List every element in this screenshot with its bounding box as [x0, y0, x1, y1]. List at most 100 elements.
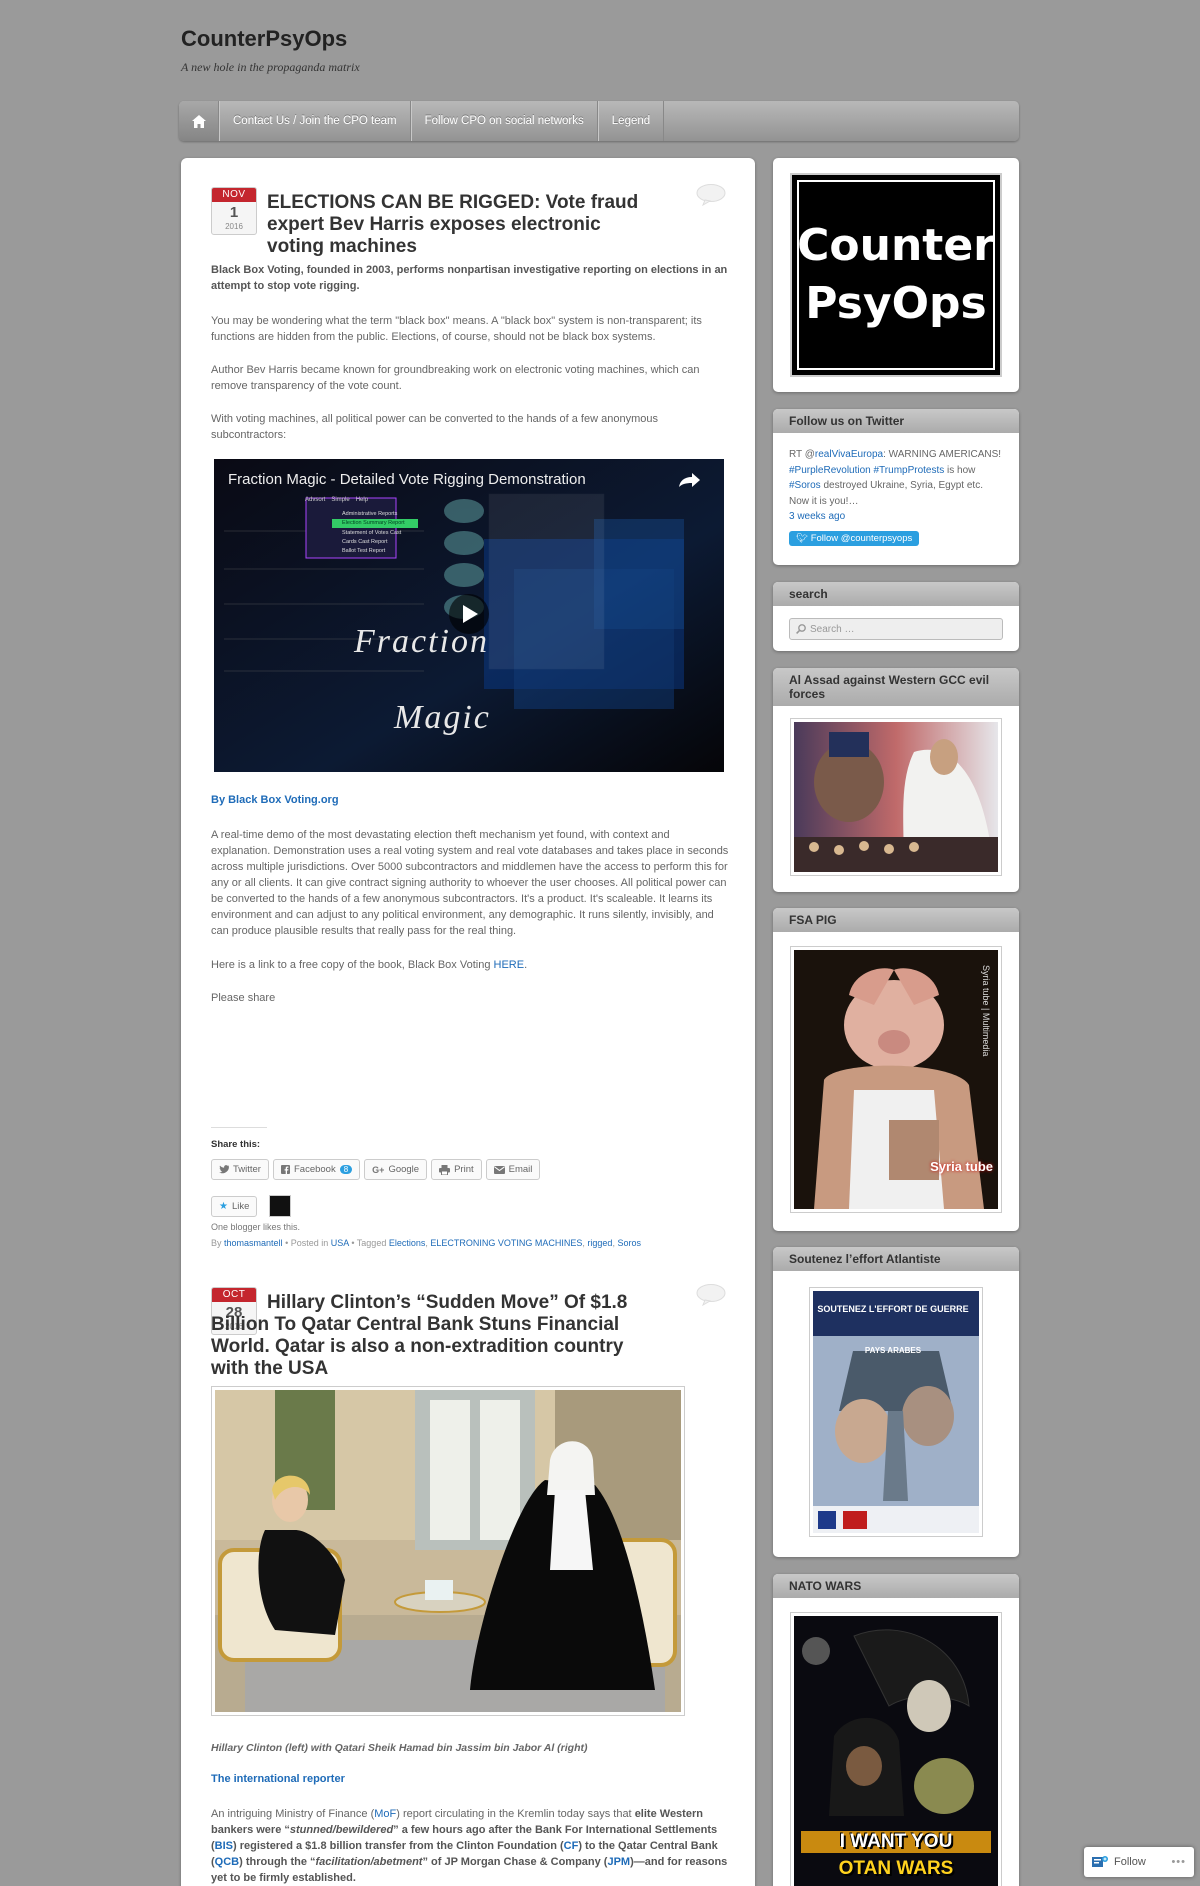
- like-button[interactable]: ★ Like: [211, 1195, 258, 1217]
- site-title[interactable]: CounterPsyOps: [181, 26, 347, 52]
- post-date-badge: NOV 1 2016: [211, 187, 257, 235]
- assad-image[interactable]: [790, 718, 1002, 876]
- post-meta: By thomasmantell • Posted in USA • Tagge…: [211, 1238, 641, 1248]
- video-menu-item: Simple: [331, 497, 350, 503]
- tag-link[interactable]: ELECTRONING VOTING MACHINES: [430, 1238, 582, 1248]
- post-paragraph: You may be wondering what the term "blac…: [211, 315, 702, 343]
- share-email-button[interactable]: Email: [485, 1159, 541, 1180]
- author-link[interactable]: thomasmantell: [224, 1238, 283, 1248]
- follow-float-button[interactable]: Follow •••: [1084, 1847, 1194, 1877]
- atlantiste-poster[interactable]: SOUTENEZ L'EFFORT DE GUERRE PAYS ARABES: [809, 1287, 983, 1537]
- meta-text: • Tagged: [351, 1238, 387, 1248]
- hashtag-link[interactable]: #PurpleRevolution: [789, 465, 871, 476]
- home-icon[interactable]: [179, 101, 219, 141]
- nav-item-follow[interactable]: Follow CPO on social networks: [410, 101, 598, 141]
- category-link[interactable]: USA: [331, 1238, 349, 1248]
- post-byline[interactable]: The international reporter: [211, 1773, 345, 1785]
- paragraph-text: ” of JP Morgan Chase & Company (: [422, 1856, 608, 1868]
- hashtag-link[interactable]: #Soros: [789, 480, 821, 491]
- logo-text: PsyOps: [805, 278, 987, 329]
- paragraph-text: facilitation/abetment: [315, 1856, 423, 1868]
- video-menu: Advsort Simple Help: [305, 497, 368, 503]
- tweet-text-part: : WARNING AMERICANS!: [883, 449, 1002, 460]
- share-button-label: Email: [508, 1164, 533, 1175]
- twitter-handle-link[interactable]: realVivaEuropa: [815, 449, 883, 460]
- liker-avatar[interactable]: [269, 1195, 292, 1217]
- share-facebook-button[interactable]: Facebook 8: [272, 1159, 361, 1180]
- book-link[interactable]: HERE: [494, 959, 525, 971]
- post-image[interactable]: [211, 1386, 685, 1716]
- star-icon: ★: [219, 1200, 228, 1212]
- post-paragraph: An intriguing Ministry of Finance (MoF) …: [211, 1806, 731, 1886]
- meta-text: By: [211, 1238, 222, 1248]
- bis-link[interactable]: BIS: [215, 1840, 233, 1852]
- tweet-time-link[interactable]: 3 weeks ago: [789, 511, 845, 522]
- share-print-button[interactable]: Print: [431, 1159, 482, 1180]
- like-row: ★ Like: [211, 1195, 292, 1217]
- cf-link[interactable]: CF: [564, 1840, 579, 1852]
- share-button-label: Twitter: [233, 1164, 261, 1175]
- video-submenu-item: Election Summary Report: [342, 520, 405, 527]
- hashtag-link[interactable]: #TrumpProtests: [874, 465, 945, 476]
- war-poster-picture: [813, 1291, 979, 1533]
- share-label: Share this:: [211, 1139, 261, 1150]
- clinton-qatar-photo: [215, 1390, 681, 1712]
- share-divider: [211, 1127, 267, 1128]
- share-twitter-button[interactable]: Twitter: [211, 1159, 269, 1180]
- poster-subtitle: PAYS ARABES: [864, 1346, 922, 1355]
- main-nav: Contact Us / Join the CPO team Follow CP…: [179, 101, 1019, 141]
- video-embed[interactable]: Fraction Magic - Detailed Vote Rigging D…: [214, 459, 724, 772]
- site-description: A new hole in the propaganda matrix: [181, 60, 360, 74]
- video-submenu-item: Ballot Test Report: [342, 548, 386, 555]
- image-watermark: Syria tube | Multimedia: [981, 965, 991, 1057]
- poster-text-otan-wars: OTAN WARS: [838, 1858, 954, 1879]
- post-title[interactable]: Hillary Clinton’s “Sudden Move” Of $1.8 …: [211, 1292, 651, 1380]
- paragraph-text: stunned/bewildered: [289, 1824, 394, 1836]
- fsa-pig-widget: FSA PIG Syria tube | Multimedia Syria tu…: [773, 908, 1019, 1231]
- paragraph-text: .: [524, 959, 528, 971]
- video-word-fraction: Fraction: [354, 623, 489, 660]
- tag-link[interactable]: rigged: [587, 1238, 612, 1248]
- twitter-follow-button[interactable]: 🐦︎ Follow @counterpsyops: [789, 530, 920, 546]
- video-word-magic: Magic: [394, 699, 491, 736]
- post-intro: Black Box Voting, founded in 2003, perfo…: [211, 262, 731, 294]
- tweet-text: RT @realVivaEuropa: WARNING AMERICANS! #…: [773, 433, 1019, 525]
- tag-link[interactable]: Soros: [617, 1238, 641, 1248]
- meta-text: • Posted in: [285, 1238, 329, 1248]
- nav-item-legend[interactable]: Legend: [597, 101, 665, 141]
- share-google-button[interactable]: G+ Google: [364, 1159, 428, 1180]
- post-byline[interactable]: By Black Box Voting.org: [211, 794, 339, 806]
- search-icon: [796, 624, 806, 634]
- image-caption: Hillary Clinton (left) with Qatari Sheik…: [211, 1742, 588, 1754]
- video-submenu-item: Statement of Votes Cast: [342, 529, 402, 536]
- video-title[interactable]: Fraction Magic - Detailed Vote Rigging D…: [228, 471, 586, 488]
- comment-bubble-icon[interactable]: [696, 184, 726, 206]
- date-month: NOV: [212, 188, 256, 202]
- email-icon: [493, 1165, 505, 1174]
- site-logo[interactable]: Counter PsyOps: [790, 173, 1002, 377]
- fsa-pig-image[interactable]: Syria tube | Multimedia Syria tube: [790, 946, 1002, 1213]
- date-year: 2016: [225, 222, 243, 231]
- nato-wars-poster[interactable]: I WANT YOU OTAN WARS: [790, 1612, 1002, 1886]
- mof-link[interactable]: MoF: [374, 1808, 396, 1820]
- nav-item-contact[interactable]: Contact Us / Join the CPO team: [219, 101, 411, 141]
- byline-link[interactable]: The international reporter: [211, 1773, 345, 1785]
- search-input[interactable]: Search …: [789, 618, 1003, 640]
- share-buttons: Twitter Facebook 8 G+ Google Print Email: [211, 1159, 544, 1180]
- jpm-link[interactable]: JPM: [607, 1856, 630, 1868]
- poster-text-i-want-you: I WANT YOU: [801, 1831, 991, 1853]
- logo-text: Counter: [797, 220, 995, 271]
- follow-reader-icon: [1092, 1856, 1108, 1867]
- video-submenu-item: Cards Cast Report: [342, 538, 388, 545]
- qcb-link[interactable]: QCB: [215, 1856, 239, 1868]
- facebook-share-count: 8: [339, 1165, 353, 1174]
- more-options-icon[interactable]: •••: [1171, 1856, 1186, 1868]
- tag-link[interactable]: Elections: [389, 1238, 426, 1248]
- byline-link[interactable]: By Black Box Voting.org: [211, 794, 339, 806]
- comment-bubble-icon[interactable]: [696, 1284, 726, 1306]
- content-area: NOV 1 2016 ELECTIONS CAN BE RIGGED: Vote…: [181, 158, 755, 1886]
- video-submenu: Administrative Reports Election Summary …: [342, 510, 405, 556]
- widget-title: Soutenez l’effort Atlantiste: [773, 1247, 1019, 1271]
- google-plus-icon: G+: [372, 1164, 385, 1175]
- post-title[interactable]: ELECTIONS CAN BE RIGGED: Vote fraud expe…: [267, 192, 647, 258]
